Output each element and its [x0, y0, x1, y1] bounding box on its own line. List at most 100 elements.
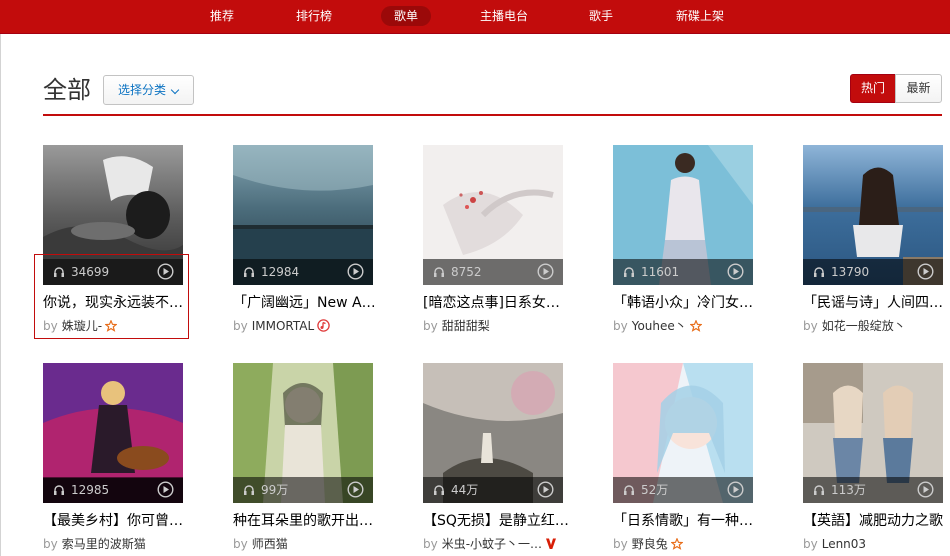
playlist-author: by Lenn03 — [803, 535, 866, 553]
author-name[interactable]: Youhee丶 — [632, 319, 687, 333]
by-label: by — [423, 319, 438, 333]
playlist-author: by 甜甜甜梨 — [423, 317, 490, 335]
playlist-author: by 米虫-小蚊子丶一… — [423, 535, 557, 553]
headset-icon — [434, 267, 444, 277]
playlist-author: by 如花一般绽放丶 — [803, 317, 906, 335]
by-label: by — [43, 537, 58, 551]
cover-info-bar: 52万 — [613, 477, 753, 503]
playlist-title[interactable]: 「广阔幽远」New A… — [233, 293, 383, 313]
play-icon[interactable] — [537, 481, 554, 498]
cover-info-bar: 13790 — [803, 259, 943, 285]
playlist-author: by Youhee丶 — [613, 317, 702, 335]
playlist-title[interactable]: 【最美乡村】你可曾… — [43, 511, 193, 531]
author-name[interactable]: Lenn03 — [822, 537, 866, 551]
play-count: 44万 — [451, 483, 479, 497]
playlist-cover[interactable]: 12984 — [233, 145, 373, 285]
playlist-title[interactable]: 「日系情歌」有一种… — [613, 511, 763, 531]
playlist-cover[interactable]: 52万 — [613, 363, 753, 503]
author-name[interactable]: 米虫-小蚊子丶一… — [442, 537, 542, 551]
headset-icon — [624, 267, 634, 277]
play-icon[interactable] — [157, 481, 174, 498]
playlist-cover[interactable]: 12985 — [43, 363, 183, 503]
cover-info-bar: 11601 — [613, 259, 753, 285]
play-icon[interactable] — [917, 481, 934, 498]
headset-icon — [624, 485, 634, 495]
by-label: by — [613, 319, 628, 333]
playlist-title[interactable]: 【英語】减肥动力之歌 — [803, 511, 950, 531]
by-label: by — [613, 537, 628, 551]
by-label: by — [803, 537, 818, 551]
play-icon[interactable] — [347, 263, 364, 280]
playlist-title[interactable]: 种在耳朵里的歌开出… — [233, 511, 383, 531]
headset-icon — [814, 267, 824, 277]
headset-icon — [54, 485, 64, 495]
play-icon[interactable] — [347, 481, 364, 498]
play-count: 11601 — [641, 265, 680, 279]
star-icon — [689, 320, 702, 332]
cover-info-bar: 12985 — [43, 477, 183, 503]
playlist-cover[interactable]: 13790 — [803, 145, 943, 285]
playlist-cover[interactable]: 113万 — [803, 363, 943, 503]
verified-v-icon — [546, 538, 557, 549]
nav-item-recommend[interactable]: 推荐 — [197, 6, 247, 26]
nav-item-playlists[interactable]: 歌单 — [381, 6, 432, 26]
playlist-title[interactable]: 「民谣与诗」人间四… — [803, 293, 950, 313]
author-name[interactable]: 野良兔 — [632, 537, 668, 551]
chevron-down-icon — [170, 85, 180, 95]
cover-info-bar: 12984 — [233, 259, 373, 285]
playlist-title[interactable]: 「韩语小众」冷门女… — [613, 293, 763, 313]
playlist-cover[interactable]: 44万 — [423, 363, 563, 503]
author-name[interactable]: 如花一般绽放丶 — [822, 319, 906, 333]
cover-info-bar: 113万 — [803, 477, 943, 503]
by-label: by — [423, 537, 438, 551]
author-name[interactable]: IMMORTAL — [252, 319, 314, 333]
playlist-author: by IMMORTAL — [233, 317, 330, 335]
nav-item-charts[interactable]: 排行榜 — [283, 6, 345, 26]
by-label: by — [233, 319, 248, 333]
playlist-title[interactable]: 【SQ无损】是静立红… — [423, 511, 573, 531]
category-select-button[interactable]: 选择分类 — [103, 75, 194, 105]
playlist-author: by 索马里的波斯猫 — [43, 535, 146, 553]
play-count: 12985 — [71, 483, 110, 497]
nav-item-radio[interactable]: 主播电台 — [467, 6, 541, 26]
content-left-border — [0, 34, 1, 556]
page-title: 全部 — [43, 76, 91, 104]
author-name[interactable]: 甜甜甜梨 — [442, 319, 490, 333]
selection-highlight — [34, 254, 189, 339]
playlist-cover[interactable]: 11601 — [613, 145, 753, 285]
by-label: by — [233, 537, 248, 551]
play-count: 52万 — [641, 483, 669, 497]
cover-info-bar: 8752 — [423, 259, 563, 285]
top-nav: 推荐 排行榜 歌单 主播电台 歌手 新碟上架 — [0, 0, 950, 34]
play-count: 12984 — [261, 265, 300, 279]
playlist-cover[interactable]: 99万 — [233, 363, 373, 503]
author-name[interactable]: 索马里的波斯猫 — [62, 537, 146, 551]
playlist-header: 全部 选择分类 热门 最新 — [43, 74, 942, 116]
cover-info-bar: 99万 — [233, 477, 373, 503]
playlist-title[interactable]: [暗恋这点事]日系女… — [423, 293, 573, 313]
play-count: 13790 — [831, 265, 870, 279]
play-count: 8752 — [451, 265, 482, 279]
play-icon[interactable] — [727, 263, 744, 280]
star-icon — [670, 538, 683, 550]
category-select-label: 选择分类 — [118, 83, 167, 97]
by-label: by — [803, 319, 818, 333]
cover-info-bar: 44万 — [423, 477, 563, 503]
sort-hot-button[interactable]: 热门 — [850, 74, 896, 103]
playlist-author: by 师西猫 — [233, 535, 288, 553]
play-count: 113万 — [831, 483, 866, 497]
author-name[interactable]: 师西猫 — [252, 537, 288, 551]
play-icon[interactable] — [537, 263, 554, 280]
nav-item-artists[interactable]: 歌手 — [576, 6, 626, 26]
play-icon[interactable] — [727, 481, 744, 498]
playlist-author: by 野良兔 — [613, 535, 683, 553]
sort-new-button[interactable]: 最新 — [895, 74, 942, 103]
headset-icon — [434, 485, 444, 495]
playlist-cover[interactable]: 8752 — [423, 145, 563, 285]
headset-icon — [814, 485, 824, 495]
play-count: 99万 — [261, 483, 289, 497]
nav-item-new-albums[interactable]: 新碟上架 — [663, 6, 737, 26]
headset-icon — [244, 267, 254, 277]
play-icon[interactable] — [917, 263, 934, 280]
music-note-badge-icon — [317, 319, 330, 332]
